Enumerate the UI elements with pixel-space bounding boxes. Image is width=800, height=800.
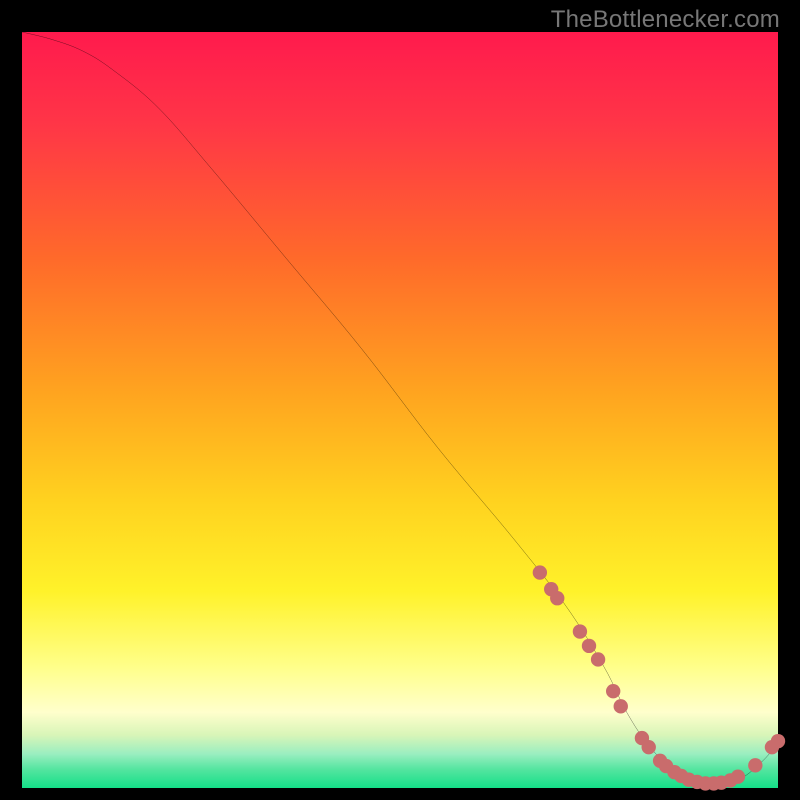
- data-point: [731, 769, 745, 783]
- attribution-text: TheBottlenecker.com: [551, 6, 780, 34]
- data-point: [771, 734, 785, 748]
- data-points-group: [533, 565, 786, 790]
- data-point: [614, 699, 628, 713]
- data-point: [642, 740, 656, 754]
- chart-curve-layer: [22, 32, 778, 788]
- data-point: [550, 591, 564, 605]
- data-point: [582, 639, 596, 653]
- data-point: [606, 684, 620, 698]
- data-point: [748, 758, 762, 772]
- bottleneck-curve: [22, 32, 778, 784]
- chart-plot-area: [22, 32, 778, 788]
- data-point: [533, 565, 547, 579]
- data-point: [591, 652, 605, 666]
- data-point: [573, 624, 587, 638]
